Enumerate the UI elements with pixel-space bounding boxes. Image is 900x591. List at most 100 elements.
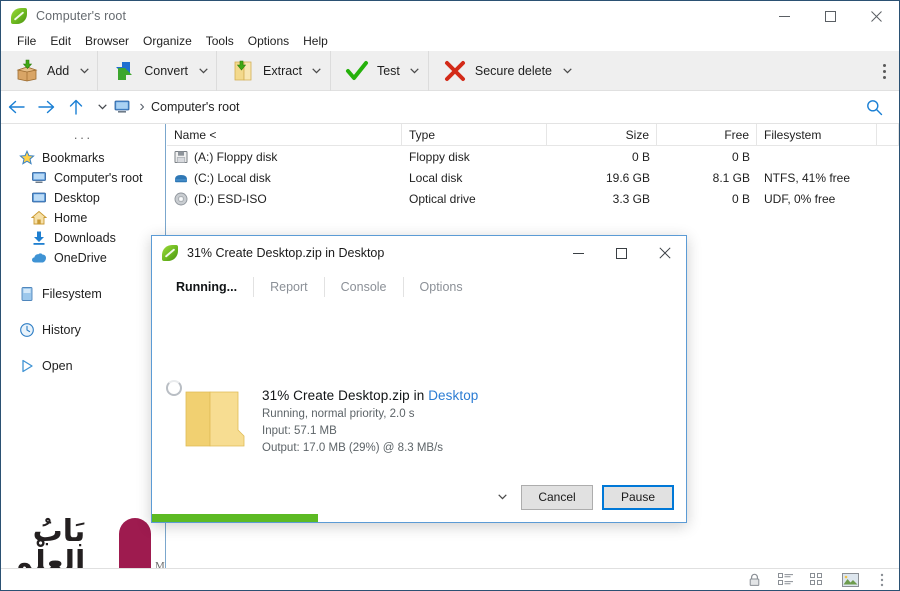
menu-help[interactable]: Help (296, 32, 335, 50)
breadcrumb-separator: › (139, 98, 145, 115)
column-header-spacer (877, 123, 899, 146)
window-title: Computer's root (36, 9, 127, 23)
sidebar-overflow-dots[interactable]: ··· (1, 128, 165, 146)
star-icon (19, 149, 35, 166)
dialog-footer: Cancel Pause (152, 480, 686, 514)
tab-report[interactable]: Report (254, 277, 325, 297)
dialog-close-button[interactable] (643, 236, 686, 270)
cell-type: Floppy disk (409, 149, 470, 164)
extract-folder-icon (231, 59, 255, 83)
column-header-type[interactable]: Type (402, 123, 547, 146)
table-row[interactable]: (D:) ESD-ISO Optical drive 3.3 GB 0 B UD… (167, 188, 899, 209)
maximize-button[interactable] (807, 1, 853, 31)
cell-size: 19.6 GB (605, 170, 650, 185)
secure-delete-button[interactable]: Secure delete (437, 54, 558, 88)
toolbar-group-add: Add (1, 50, 99, 91)
cell-size: 0 B (631, 149, 650, 164)
convert-button[interactable]: Convert (106, 54, 194, 88)
forward-arrow-right-icon[interactable] (31, 93, 61, 121)
menu-file[interactable]: File (10, 32, 43, 50)
history-chevron-down-icon[interactable] (91, 93, 113, 121)
sidebar-item-onedrive[interactable]: OneDrive (1, 248, 165, 268)
test-dropdown-caret[interactable] (406, 54, 424, 88)
toolbar-group-secure-delete: Secure delete (429, 51, 580, 91)
add-button[interactable]: Add (9, 54, 75, 88)
secure-delete-dropdown-caret[interactable] (558, 54, 576, 88)
menu-browser[interactable]: Browser (78, 32, 136, 50)
up-arrow-up-icon[interactable] (61, 93, 91, 121)
close-button[interactable] (853, 1, 899, 31)
tab-running[interactable]: Running... (160, 277, 255, 297)
sidebar-item-home[interactable]: Home (1, 208, 165, 228)
menu-tools[interactable]: Tools (199, 32, 241, 50)
column-header-name[interactable]: Name < (167, 123, 402, 146)
add-label: Add (47, 63, 70, 78)
dialog-minimize-button[interactable] (557, 236, 600, 270)
peazip-leaf-icon (162, 245, 178, 261)
sidebar-item-open[interactable]: Open (1, 356, 165, 376)
sidebar-item-desktop[interactable]: Desktop (1, 188, 165, 208)
extract-label: Extract (263, 63, 302, 78)
menu-options[interactable]: Options (241, 32, 296, 50)
tab-console[interactable]: Console (325, 277, 404, 297)
search-icon[interactable] (859, 91, 889, 124)
sidebar-item-bookmarks[interactable]: Bookmarks (1, 148, 165, 168)
column-header-free[interactable]: Free (657, 123, 757, 146)
thumbnail-view-icon[interactable] (841, 572, 859, 588)
sidebar-item-label: Downloads (54, 231, 116, 245)
extract-dropdown-caret[interactable] (308, 54, 326, 88)
menu-edit[interactable]: Edit (43, 32, 78, 50)
column-header-size[interactable]: Size (547, 123, 657, 146)
secure-delete-label: Secure delete (474, 63, 553, 78)
sidebar-item-label: Desktop (54, 191, 100, 205)
breadcrumb-path[interactable]: Computer's root (151, 100, 240, 114)
minimize-button[interactable] (761, 1, 807, 31)
back-arrow-left-icon[interactable] (1, 93, 31, 121)
toolbar-group-extract: Extract (217, 50, 331, 91)
cancel-button[interactable]: Cancel (521, 484, 593, 510)
cell-type: Local disk (409, 170, 463, 185)
cell-name: (D:) ESD-ISO (194, 191, 267, 206)
sidebar-item-label: History (42, 323, 81, 337)
optical-disc-icon (174, 192, 188, 206)
test-button[interactable]: Test (339, 54, 406, 88)
play-icon (19, 358, 35, 374)
progress-bar-fill (152, 514, 318, 522)
sidebar-item-computers-root[interactable]: Computer's root (1, 168, 165, 188)
extract-button[interactable]: Extract (225, 54, 308, 88)
convert-arrows-icon (112, 59, 136, 83)
sidebar-item-downloads[interactable]: Downloads (1, 228, 165, 248)
table-row[interactable]: (A:) Floppy disk Floppy disk 0 B 0 B (167, 146, 899, 167)
detail-view-icon[interactable] (809, 572, 827, 588)
address-bar: › Computer's root (1, 91, 899, 124)
dialog-tabs: Running... Report Console Options (152, 270, 686, 304)
secure-delete-x-icon (443, 59, 467, 83)
job-headline-prefix: 31% Create Desktop.zip in (262, 388, 429, 403)
sidebar-item-label: Open (42, 359, 73, 373)
desktop-icon (31, 190, 47, 206)
menu-organize[interactable]: Organize (136, 32, 199, 50)
sidebar-item-history[interactable]: History (1, 320, 165, 340)
floppy-disk-icon (174, 150, 188, 164)
toolbar-overflow-kebab-icon[interactable] (873, 51, 895, 91)
dialog-maximize-button[interactable] (600, 236, 643, 270)
lock-icon[interactable] (745, 572, 763, 588)
sidebar-item-filesystem[interactable]: Filesystem (1, 284, 165, 304)
job-status: Running, normal priority, 2.0 s (262, 408, 415, 420)
peazip-window: Computer's root File Edit Browser Organi… (0, 0, 900, 591)
pause-button[interactable]: Pause (602, 484, 674, 510)
title-bar: Computer's root (1, 1, 899, 31)
cell-name: (A:) Floppy disk (194, 149, 278, 164)
add-archive-box-icon (15, 59, 39, 83)
list-view-icon[interactable] (777, 572, 795, 588)
convert-dropdown-caret[interactable] (194, 54, 212, 88)
tab-options[interactable]: Options (404, 277, 479, 297)
computer-monitor-icon (113, 99, 131, 115)
dialog-expand-chevron-down-icon[interactable] (492, 485, 512, 509)
dialog-title: 31% Create Desktop.zip in Desktop (187, 246, 385, 260)
add-dropdown-caret[interactable] (75, 54, 93, 88)
table-row[interactable]: (C:) Local disk Local disk 19.6 GB 8.1 G… (167, 167, 899, 188)
statusbar-kebab-menu-icon[interactable] (873, 572, 891, 588)
column-header-filesystem[interactable]: Filesystem (757, 123, 877, 146)
job-headline-location: Desktop (428, 388, 479, 403)
